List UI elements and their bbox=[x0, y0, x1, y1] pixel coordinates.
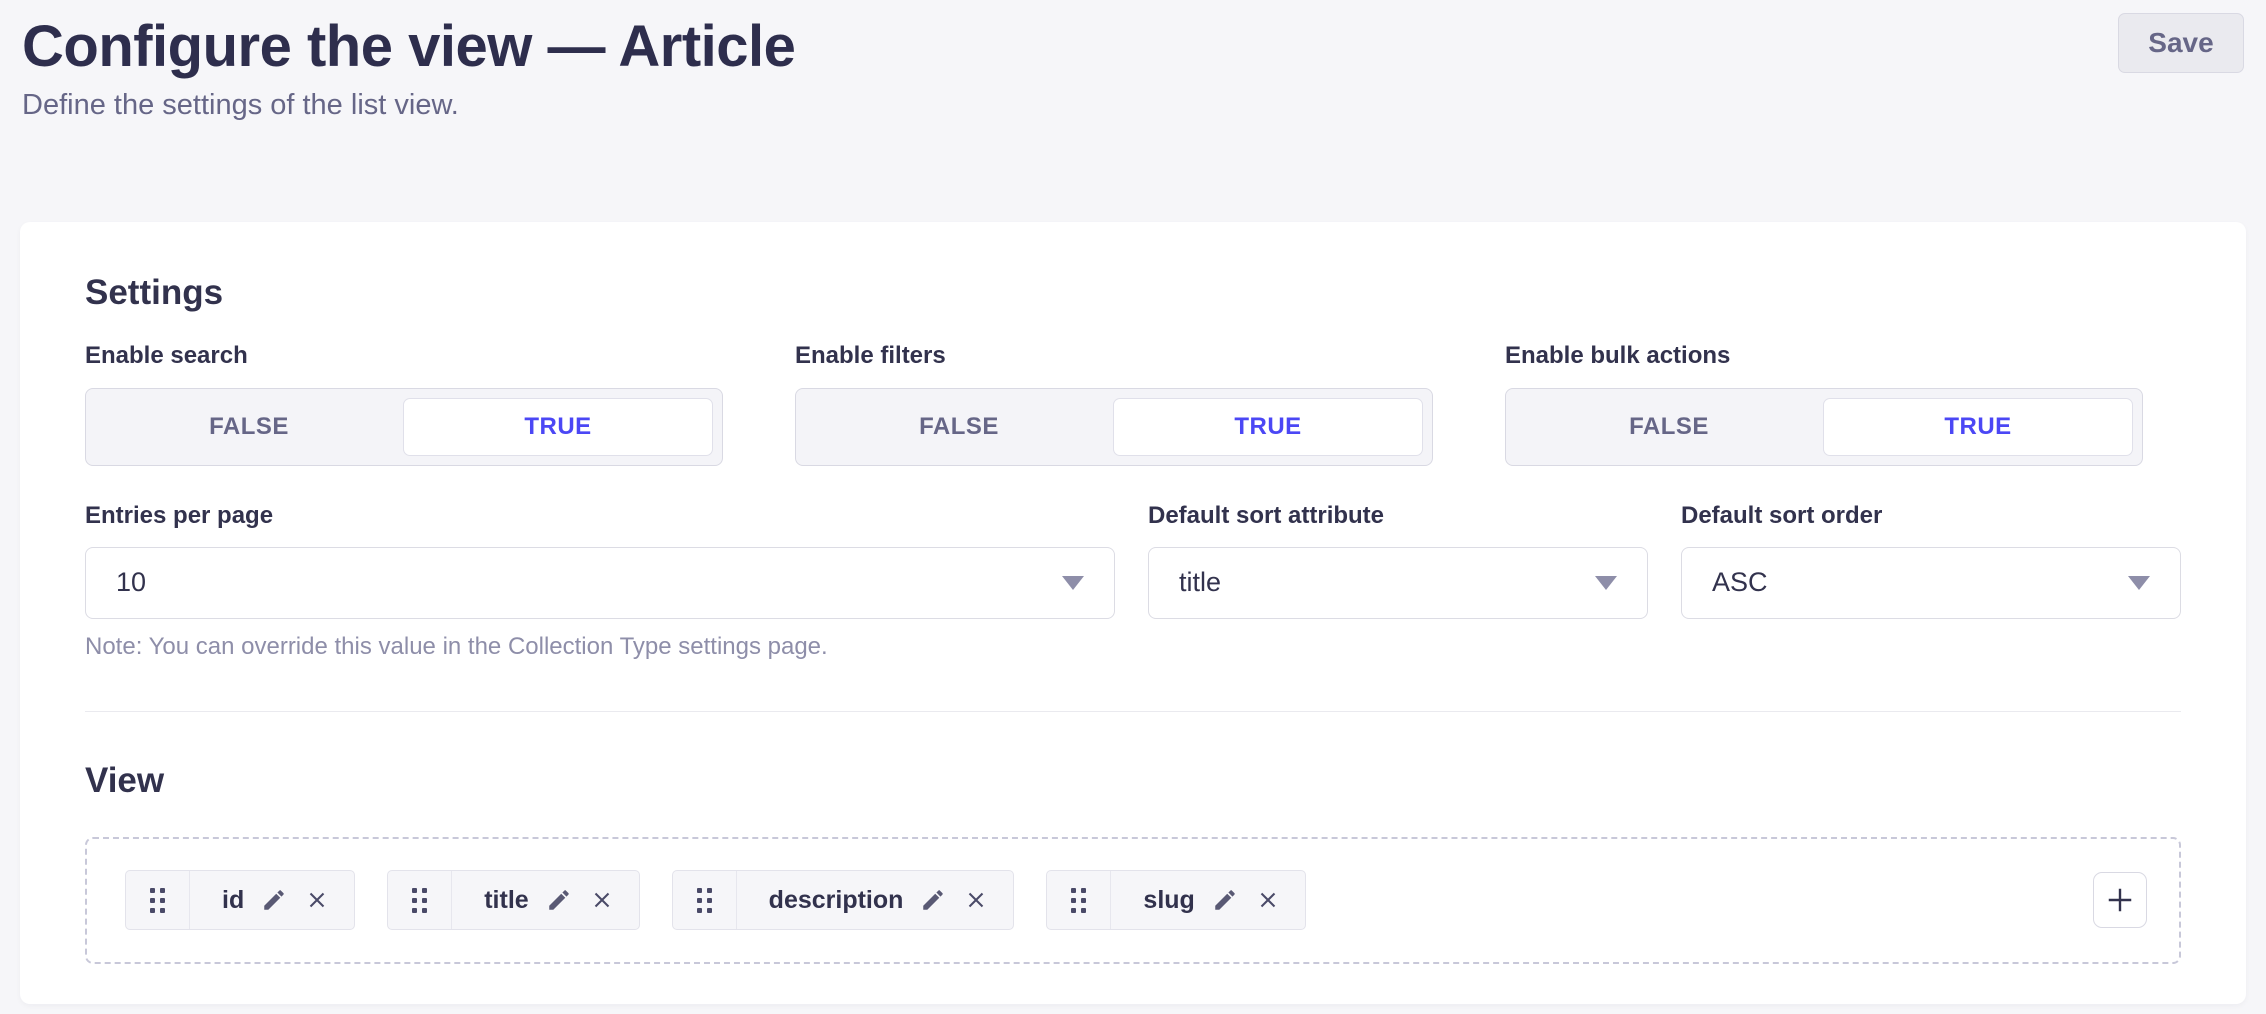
enable-filters-label: Enable filters bbox=[795, 340, 1433, 371]
close-x-icon[interactable] bbox=[304, 887, 330, 913]
enable-search-false-option[interactable]: FALSE bbox=[95, 398, 403, 456]
edit-pencil-icon[interactable] bbox=[546, 887, 572, 913]
edit-pencil-icon[interactable] bbox=[920, 887, 946, 913]
entries-per-page-label: Entries per page bbox=[85, 500, 1115, 531]
caret-down-icon bbox=[1062, 576, 1084, 590]
plus-icon bbox=[2102, 882, 2138, 918]
enable-filters-true-option[interactable]: TRUE bbox=[1113, 398, 1423, 456]
enable-bulk-actions-label: Enable bulk actions bbox=[1505, 340, 2143, 371]
section-divider bbox=[85, 711, 2181, 712]
default-sort-attribute-value: title bbox=[1179, 567, 1221, 598]
field-pill-title: title bbox=[387, 870, 639, 930]
view-section-heading: View bbox=[85, 758, 2181, 804]
edit-pencil-icon[interactable] bbox=[261, 887, 287, 913]
drag-handle-icon[interactable] bbox=[1047, 871, 1111, 929]
enable-bulk-actions-false-option[interactable]: FALSE bbox=[1515, 398, 1823, 456]
close-x-icon[interactable] bbox=[963, 887, 989, 913]
default-sort-order-value: ASC bbox=[1712, 567, 1768, 598]
entries-per-page-select[interactable]: 10 bbox=[85, 547, 1115, 619]
enable-search-label: Enable search bbox=[85, 340, 723, 371]
default-sort-attribute-field: Default sort attribute title bbox=[1148, 500, 1648, 661]
entries-per-page-field: Entries per page 10 Note: You can overri… bbox=[85, 500, 1115, 661]
enable-bulk-actions-field: Enable bulk actions FALSE TRUE bbox=[1505, 340, 2143, 465]
caret-down-icon bbox=[2128, 576, 2150, 590]
enable-bulk-actions-toggle: FALSE TRUE bbox=[1505, 388, 2143, 466]
enable-filters-toggle: FALSE TRUE bbox=[795, 388, 1433, 466]
selects-row: Entries per page 10 Note: You can overri… bbox=[85, 500, 2181, 661]
close-x-icon[interactable] bbox=[589, 887, 615, 913]
field-pill-label: title bbox=[484, 886, 528, 915]
page-subtitle: Define the settings of the list view. bbox=[22, 87, 2244, 125]
caret-down-icon bbox=[1595, 576, 1617, 590]
enable-search-field: Enable search FALSE TRUE bbox=[85, 340, 723, 465]
default-sort-attribute-label: Default sort attribute bbox=[1148, 500, 1648, 531]
page-header: Configure the view — Article Define the … bbox=[0, 0, 2266, 124]
enable-filters-field: Enable filters FALSE TRUE bbox=[795, 340, 1433, 465]
enable-bulk-actions-true-option[interactable]: TRUE bbox=[1823, 398, 2133, 456]
entries-per-page-note: Note: You can override this value in the… bbox=[85, 633, 1115, 661]
settings-section-heading: Settings bbox=[85, 270, 2181, 316]
entries-per-page-value: 10 bbox=[116, 567, 146, 598]
field-pill-label: slug bbox=[1143, 886, 1194, 915]
default-sort-order-label: Default sort order bbox=[1681, 500, 2181, 531]
enable-search-toggle: FALSE TRUE bbox=[85, 388, 723, 466]
default-sort-attribute-select[interactable]: title bbox=[1148, 547, 1648, 619]
field-pill-label: id bbox=[222, 886, 244, 915]
page-title: Configure the view — Article bbox=[22, 12, 2244, 83]
add-field-button[interactable] bbox=[2093, 872, 2147, 928]
field-pill-description: description bbox=[672, 870, 1015, 930]
drag-handle-icon[interactable] bbox=[388, 871, 452, 929]
enable-filters-false-option[interactable]: FALSE bbox=[805, 398, 1113, 456]
default-sort-order-select[interactable]: ASC bbox=[1681, 547, 2181, 619]
save-button[interactable]: Save bbox=[2118, 13, 2244, 73]
default-sort-order-field: Default sort order ASC bbox=[1681, 500, 2181, 661]
field-pill-id: id bbox=[125, 870, 355, 930]
field-pill-slug: slug bbox=[1046, 870, 1305, 930]
field-pill-label: description bbox=[769, 886, 904, 915]
settings-card: Settings Enable search FALSE TRUE Enable… bbox=[20, 222, 2246, 1003]
edit-pencil-icon[interactable] bbox=[1212, 887, 1238, 913]
view-fields-drop-zone: id title bbox=[85, 837, 2181, 964]
drag-handle-icon[interactable] bbox=[673, 871, 737, 929]
enable-search-true-option[interactable]: TRUE bbox=[403, 398, 713, 456]
close-x-icon[interactable] bbox=[1255, 887, 1281, 913]
toggles-row: Enable search FALSE TRUE Enable filters … bbox=[85, 340, 2181, 465]
drag-handle-icon[interactable] bbox=[126, 871, 190, 929]
